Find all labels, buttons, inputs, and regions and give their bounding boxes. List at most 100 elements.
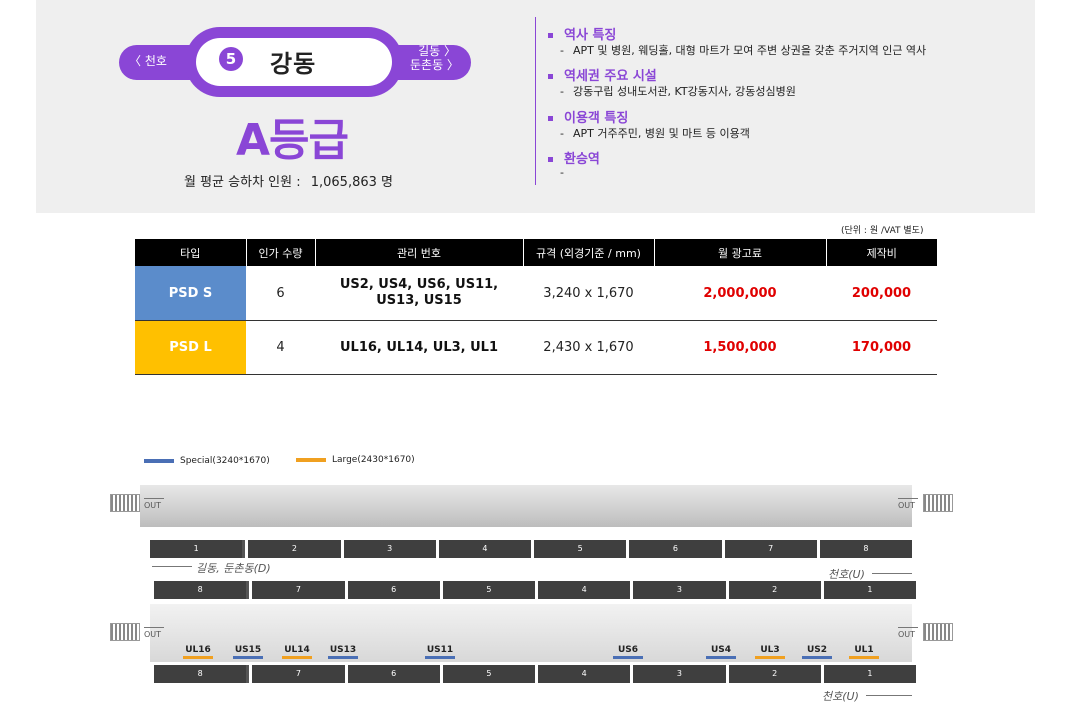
cell-ids: US2, US4, US6, US11, US13, US15 bbox=[315, 266, 523, 321]
next-station-line1: 길동 〉 bbox=[418, 44, 456, 58]
train-car: 3 bbox=[630, 581, 726, 599]
train-car: 5 bbox=[439, 665, 535, 683]
line-number-badge: 5 bbox=[219, 47, 243, 71]
legend-swatch-large bbox=[296, 458, 326, 462]
out-label: OUT bbox=[144, 627, 164, 639]
unit-note: (단위 : 원 /VAT 별도) bbox=[841, 226, 924, 236]
ad-position-bar bbox=[755, 656, 785, 659]
train-car: 1 bbox=[150, 540, 243, 558]
track-down: 12345678 bbox=[150, 540, 912, 558]
cell-type: PSD L bbox=[135, 320, 246, 375]
track-up-lower: 87654321 bbox=[154, 665, 916, 683]
station-name: 강동 bbox=[270, 50, 317, 78]
ad-position-bar bbox=[282, 656, 312, 659]
train-car: 6 bbox=[344, 581, 440, 599]
bullet-icon bbox=[548, 33, 553, 38]
feature-title-text: 환승역 bbox=[564, 152, 600, 167]
cell-qty: 6 bbox=[246, 266, 315, 321]
header-type: 타입 bbox=[135, 239, 247, 266]
header-production: 제작비 bbox=[826, 239, 937, 266]
ad-position-marker: UL14 bbox=[277, 645, 317, 659]
direction-arrow bbox=[866, 695, 912, 696]
feature-desc-facilities: - 강동구립 성내도서관, KT강동지사, 강동성심병원 bbox=[560, 85, 796, 98]
ad-positions: UL16 US15 UL14 US13 US11 US6 US4 UL3 US2 UL1 bbox=[150, 645, 912, 665]
train-car: 2 bbox=[245, 540, 341, 558]
train-car: 8 bbox=[154, 665, 247, 683]
exit-gate-icon bbox=[923, 623, 953, 641]
feature-desc-text: APT 거주주민, 병원 및 마트 등 이용객 bbox=[572, 127, 750, 140]
feature-desc-text: 강동구립 성내도서관, KT강동지사, 강동성심병원 bbox=[572, 85, 796, 98]
ad-position-label: US4 bbox=[710, 645, 732, 655]
ad-position-bar bbox=[425, 656, 455, 659]
ridership: 월 평균 승하차 인원 : 1,065,863 명 bbox=[184, 171, 393, 190]
feature-title-facilities: 역세권 주요 시설 bbox=[548, 65, 657, 84]
header-qty: 인가 수량 bbox=[246, 239, 316, 266]
feature-desc-transfer: - bbox=[560, 166, 564, 179]
train-car: 1 bbox=[820, 665, 916, 683]
direction-arrow bbox=[152, 566, 192, 567]
ad-position-label: UL1 bbox=[854, 645, 874, 655]
legend-label-special: Special(3240*1670) bbox=[180, 456, 270, 466]
out-label: OUT bbox=[898, 627, 918, 639]
ad-position-label: US13 bbox=[329, 645, 357, 655]
cell-size: 2,430 x 1,670 bbox=[523, 320, 654, 375]
ad-position-bar bbox=[183, 656, 213, 659]
train-car: 3 bbox=[630, 665, 726, 683]
direction-label-up: 천호(U) bbox=[822, 690, 859, 703]
direction-label-down: 길동, 둔촌동(D) bbox=[196, 562, 271, 575]
train-car: 1 bbox=[820, 581, 916, 599]
cell-production: 170,000 bbox=[826, 320, 937, 375]
train-car: 4 bbox=[535, 581, 631, 599]
ad-price-table: 타입 인가 수량 관리 번호 규격 (외경기준 / mm) 월 광고료 제작비 … bbox=[135, 239, 937, 375]
ad-position-marker: US2 bbox=[797, 645, 837, 659]
cell-ids-line1: US2, US4, US6, US11, bbox=[339, 277, 499, 292]
header-monthly: 월 광고료 bbox=[654, 239, 827, 266]
cell-ids: UL16, UL14, UL3, UL1 bbox=[315, 320, 523, 375]
cell-monthly: 1,500,000 bbox=[654, 320, 826, 375]
ridership-label: 월 평균 승하차 인원 : bbox=[184, 175, 301, 190]
ridership-value: 1,065,863 명 bbox=[310, 175, 393, 190]
ad-position-marker: UL3 bbox=[750, 645, 790, 659]
train-car: 3 bbox=[340, 540, 436, 558]
exit-gate-icon bbox=[923, 494, 953, 512]
feature-title-text: 역사 특징 bbox=[564, 28, 617, 43]
train-car: 8 bbox=[154, 581, 247, 599]
feature-title-text: 이용객 특징 bbox=[564, 111, 629, 126]
exit-gate-icon bbox=[110, 623, 140, 641]
bullet-icon bbox=[548, 74, 553, 79]
track-up-upper: 87654321 bbox=[154, 581, 916, 599]
ad-position-marker: UL16 bbox=[178, 645, 218, 659]
train-car: 7 bbox=[249, 665, 345, 683]
ad-position-label: US15 bbox=[234, 645, 262, 655]
train-car: 7 bbox=[249, 581, 345, 599]
cell-type: PSD S bbox=[135, 266, 246, 321]
ad-position-label: UL16 bbox=[185, 645, 211, 655]
legend-swatch-special bbox=[144, 459, 174, 463]
ad-position-marker: US4 bbox=[701, 645, 741, 659]
feature-title-users: 이용객 특징 bbox=[548, 107, 628, 126]
table-row: PSD S 6 US2, US4, US6, US11, US13, US15 … bbox=[135, 266, 937, 321]
direction-arrow bbox=[872, 573, 912, 574]
ad-position-bar bbox=[849, 656, 879, 659]
ad-position-bar bbox=[233, 656, 263, 659]
cell-size: 3,240 x 1,670 bbox=[523, 266, 654, 321]
exit-gate-icon bbox=[110, 494, 140, 512]
next-station-label: 길동 〉 둔촌동 〉 bbox=[410, 44, 459, 72]
cell-production: 200,000 bbox=[826, 266, 937, 321]
train-car: 8 bbox=[816, 540, 912, 558]
feature-desc-users: - APT 거주주민, 병원 및 마트 등 이용객 bbox=[560, 127, 750, 140]
feature-title-transfer: 환승역 bbox=[548, 148, 600, 167]
header-size: 규격 (외경기준 / mm) bbox=[523, 239, 655, 266]
out-label: OUT bbox=[898, 498, 918, 510]
next-station-line2: 둔촌동 〉 bbox=[410, 58, 459, 72]
feature-title-text: 역세권 주요 시설 bbox=[564, 69, 657, 84]
ad-position-label: UL14 bbox=[284, 645, 310, 655]
ad-position-marker: US15 bbox=[228, 645, 268, 659]
ad-position-marker: US11 bbox=[420, 645, 460, 659]
ad-position-bar bbox=[328, 656, 358, 659]
ad-position-marker: US6 bbox=[608, 645, 648, 659]
ad-position-label: US2 bbox=[806, 645, 828, 655]
bullet-icon bbox=[548, 116, 553, 121]
header-ids: 관리 번호 bbox=[315, 239, 524, 266]
feature-desc-history: - APT 및 병원, 웨딩홀, 대형 마트가 모여 주변 상권을 갖춘 주거지역… bbox=[560, 44, 927, 57]
